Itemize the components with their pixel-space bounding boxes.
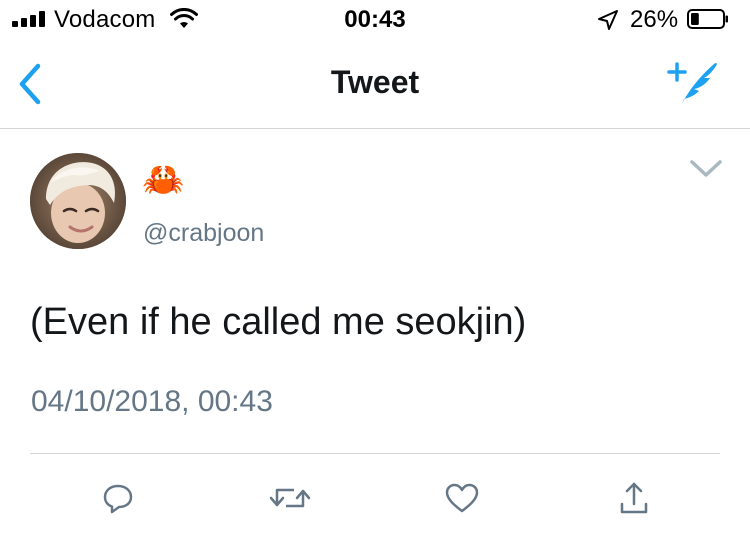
compose-tweet-icon xyxy=(667,62,717,104)
navigation-bar: Tweet xyxy=(0,40,750,129)
avatar[interactable] xyxy=(30,153,126,249)
reply-icon xyxy=(103,484,133,514)
user-handle[interactable]: @crabjoon xyxy=(143,219,264,248)
tweet-options-button[interactable] xyxy=(686,152,726,186)
retweet-icon xyxy=(269,488,311,508)
status-bar: Vodacom 00:43 26% xyxy=(0,0,750,40)
share-icon xyxy=(620,482,648,514)
reply-button[interactable] xyxy=(96,478,140,518)
battery-percentage: 26% xyxy=(630,6,679,33)
display-name[interactable]: 🦀 xyxy=(142,160,184,200)
compose-tweet-button[interactable] xyxy=(664,58,720,110)
page-title: Tweet xyxy=(330,64,420,100)
like-button[interactable] xyxy=(440,478,484,518)
chevron-down-icon xyxy=(690,160,722,177)
tweet-text: (Even if he called me seokjin) xyxy=(30,301,527,343)
battery-icon xyxy=(687,9,728,29)
heart-icon xyxy=(445,483,479,513)
retweet-button[interactable] xyxy=(268,478,312,518)
tweet-detail-screen: Vodacom 00:43 26% Tweet 🦀 @crabjoon (Eve… xyxy=(0,0,750,537)
location-arrow-icon xyxy=(598,10,618,30)
tweet-timestamp: 04/10/2018, 00:43 xyxy=(31,385,273,418)
divider xyxy=(30,453,720,454)
share-button[interactable] xyxy=(612,478,656,518)
avatar-photo xyxy=(30,153,126,249)
